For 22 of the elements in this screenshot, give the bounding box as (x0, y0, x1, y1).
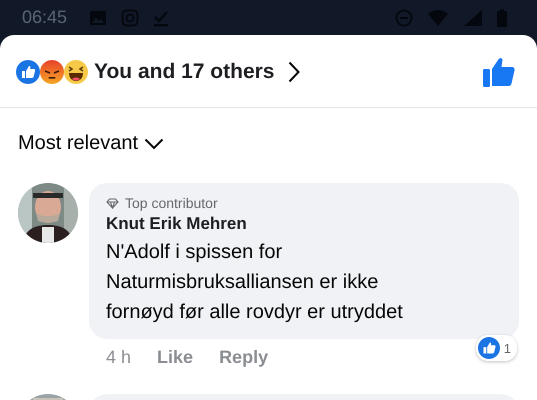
do-not-disturb-icon (395, 8, 413, 26)
comment-time: 4 h (106, 347, 132, 368)
chevron-right-icon[interactable] (288, 61, 300, 83)
sort-dropdown[interactable]: Most relevant (18, 132, 138, 155)
comment-author[interactable]: Knut Erik Mehren (106, 214, 503, 234)
contributor-label: Top contributor (125, 195, 218, 211)
image-icon (89, 10, 108, 26)
wifi-icon (427, 10, 449, 26)
angry-reaction-icon (40, 60, 64, 84)
download-done-icon (153, 8, 170, 26)
signal-icon (463, 8, 483, 26)
like-reaction-icon (16, 60, 40, 84)
camera-icon (121, 8, 140, 26)
reactions-summary[interactable]: You and 17 others (94, 60, 274, 84)
status-time: 06:45 (22, 7, 68, 28)
battery-icon (497, 8, 507, 26)
laughing-reaction-icon (64, 60, 88, 84)
thumbs-up-icon[interactable] (483, 57, 515, 87)
caret-icon[interactable] (144, 138, 164, 150)
comment-text: N'Adolf i spissen for Naturmisbruksalliansen er ikke fornøyd før alle rovdyr er utryddet (106, 240, 404, 325)
diamond-icon (106, 198, 119, 208)
reaction-count[interactable]: 1 (476, 335, 517, 361)
